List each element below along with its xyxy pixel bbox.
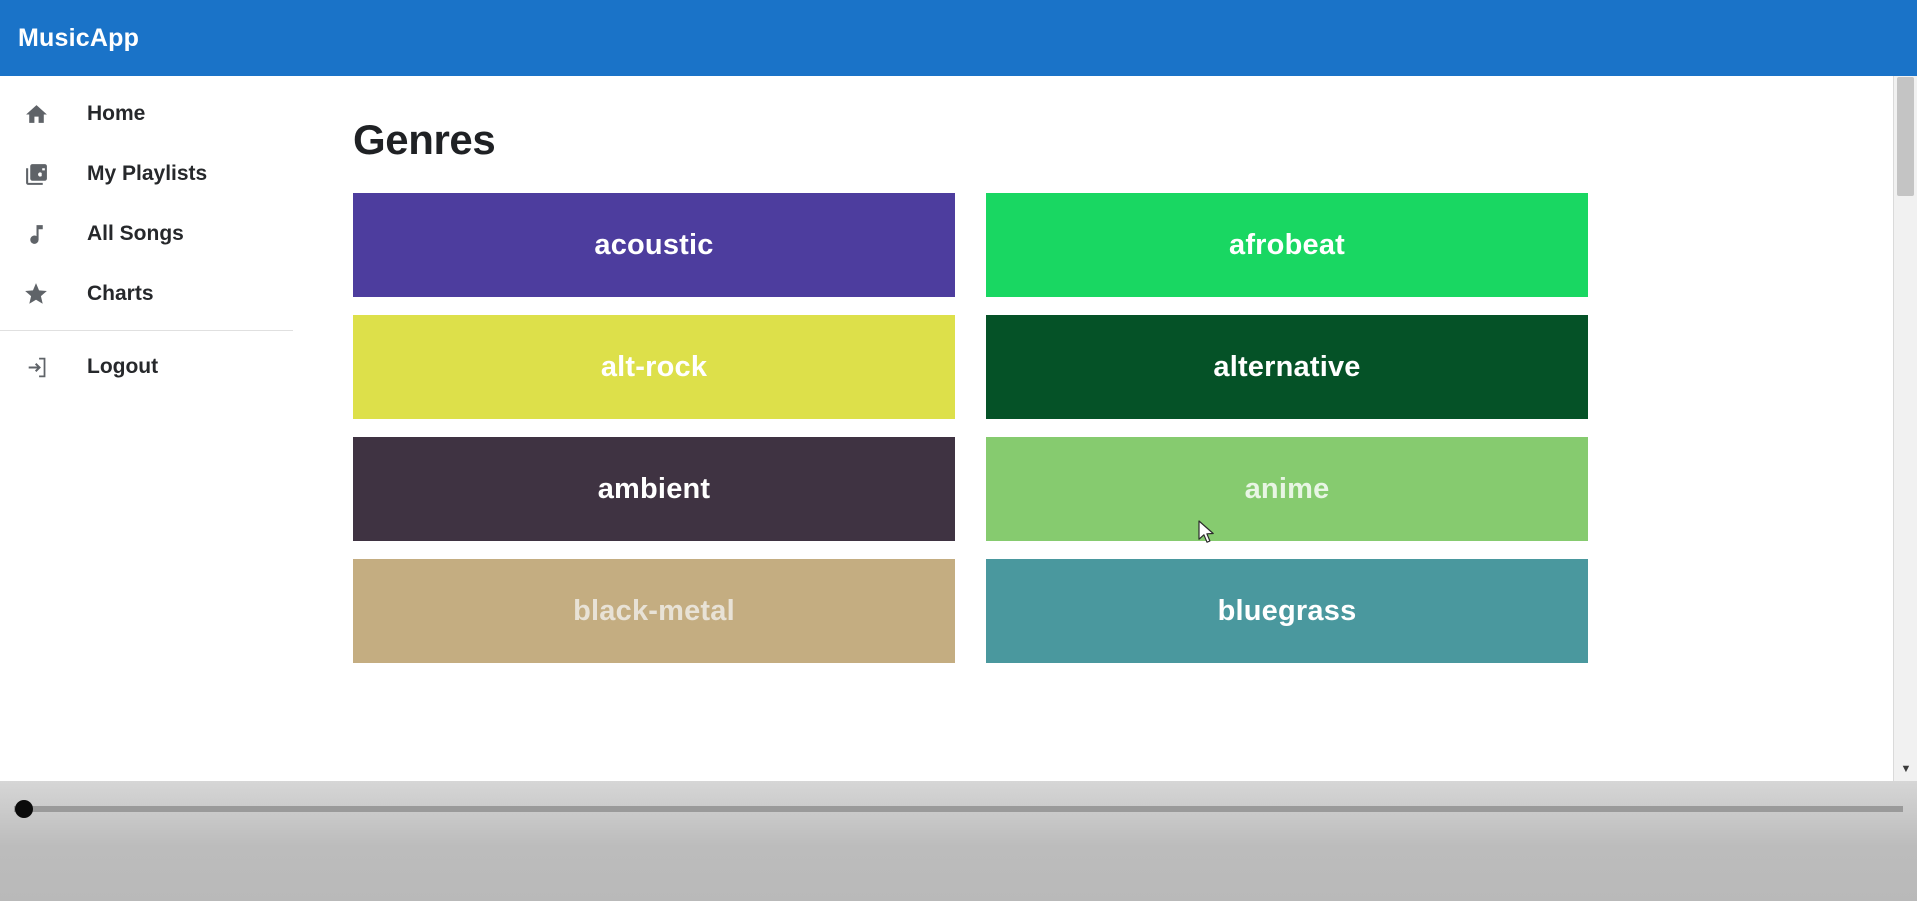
genre-tile[interactable]: bluegrass	[986, 559, 1588, 663]
chevron-down-icon[interactable]: ▼	[1894, 764, 1917, 775]
sidebar-item-label: Home	[87, 102, 145, 126]
sidebar-item-all-songs[interactable]: All Songs	[0, 204, 293, 264]
sidebar-item-label: All Songs	[87, 222, 184, 246]
app-title: MusicApp	[18, 24, 139, 53]
genre-tile-label: anime	[1245, 473, 1330, 506]
genre-grid: acoustic afrobeat alt-rock alternative a…	[353, 193, 1917, 663]
sidebar-item-charts[interactable]: Charts	[0, 264, 293, 324]
page-title: Genres	[353, 116, 1917, 164]
genre-tile-label: acoustic	[594, 229, 713, 262]
genre-tile[interactable]: ambient	[353, 437, 955, 541]
genre-tile-label: bluegrass	[1218, 595, 1357, 628]
sidebar-item-label: Charts	[87, 282, 154, 306]
sidebar-divider	[0, 330, 293, 331]
genre-tile[interactable]: alternative	[986, 315, 1588, 419]
genre-tile[interactable]: black-metal	[353, 559, 955, 663]
genre-tile[interactable]: alt-rock	[353, 315, 955, 419]
genre-tile-label: afrobeat	[1229, 229, 1345, 262]
genre-tile-label: ambient	[598, 473, 711, 506]
seek-bar[interactable]	[0, 781, 1917, 811]
sidebar-item-label: Logout	[87, 355, 158, 379]
main-content: Genres acoustic afrobeat alt-rock altern…	[293, 76, 1917, 781]
genre-tile-label: black-metal	[573, 595, 735, 628]
seek-track[interactable]	[14, 806, 1903, 812]
genre-tile[interactable]: acoustic	[353, 193, 955, 297]
app-root: MusicApp Home My Playlists All Songs	[0, 0, 1917, 901]
seek-thumb[interactable]	[15, 800, 33, 818]
genre-tile-label: alt-rock	[601, 351, 707, 384]
sidebar: Home My Playlists All Songs Charts	[0, 76, 293, 901]
genre-tile[interactable]: afrobeat	[986, 193, 1588, 297]
genre-tile[interactable]: anime	[986, 437, 1588, 541]
sidebar-item-label: My Playlists	[87, 162, 207, 186]
scrollbar-thumb[interactable]	[1897, 77, 1914, 196]
star-icon	[14, 281, 58, 307]
sidebar-item-home[interactable]: Home	[0, 84, 293, 144]
player-bar	[0, 781, 1917, 901]
content-scrollbar[interactable]: ▼	[1893, 76, 1917, 781]
home-icon	[14, 102, 58, 127]
logout-icon	[14, 355, 58, 380]
app-header: MusicApp	[0, 0, 1917, 76]
music-note-icon	[14, 222, 58, 247]
library-music-icon	[14, 162, 58, 187]
genre-tile-label: alternative	[1213, 351, 1360, 384]
sidebar-item-logout[interactable]: Logout	[0, 337, 293, 397]
sidebar-item-my-playlists[interactable]: My Playlists	[0, 144, 293, 204]
